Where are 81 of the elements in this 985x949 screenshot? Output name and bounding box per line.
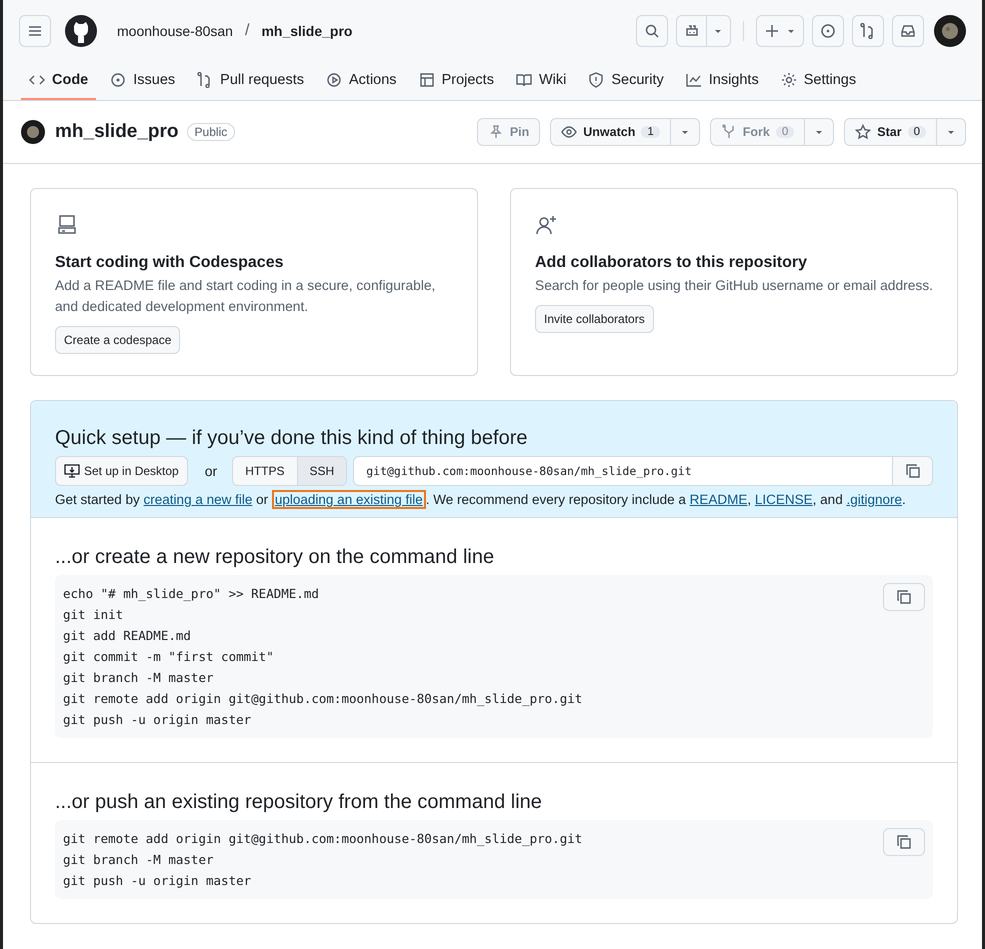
inbox-button[interactable] — [892, 15, 924, 47]
clone-url-field[interactable]: git@github.com:moonhouse-80san/mh_slide_pro.git — [353, 456, 893, 486]
card-title: Add collaborators to this repository — [535, 254, 808, 272]
repo-link[interactable]: mh_slide_pro — [261, 23, 352, 39]
star-icon — [855, 124, 872, 140]
protocol-tab[interactable]: SSH — [296, 457, 346, 485]
octocat-logo-icon[interactable] — [65, 15, 97, 47]
card-button[interactable]: Invite collaborators — [535, 305, 654, 333]
avatar-icon[interactable] — [934, 15, 966, 47]
card-description: Search for people using their GitHub username or email address. — [535, 277, 933, 295]
code-line: git remote add origin git@github.com:moonhouse-80san/mh_slide_pro.git — [63, 690, 584, 708]
repo-action-button[interactable]: Unwatch 1 — [550, 118, 671, 146]
code-line: git push -u origin master — [63, 872, 252, 890]
repo-tab[interactable]: Wiki — [508, 62, 574, 100]
shield-icon — [588, 72, 604, 88]
repo-tab[interactable]: Actions — [318, 62, 405, 100]
repo-tab[interactable]: Issues — [102, 62, 184, 100]
or-label: or — [204, 463, 218, 479]
repo-action-button[interactable]: Star 0 — [844, 118, 937, 146]
section-title: ...or push an existing repository from the command line — [55, 791, 543, 814]
counter: 0 — [776, 126, 794, 138]
plus-icon — [764, 23, 780, 39]
repo-tab[interactable]: Insights — [678, 62, 767, 100]
code-line: git branch -M master — [63, 669, 215, 687]
copy-icon — [904, 463, 920, 479]
settings-icon — [780, 72, 797, 88]
play-icon — [326, 72, 342, 88]
create-new-button[interactable] — [756, 15, 804, 47]
issues-button[interactable] — [812, 15, 844, 47]
owner-link[interactable]: moonhouse-80san — [117, 23, 233, 39]
repo-tab[interactable]: Pull requests — [189, 62, 312, 100]
setup-instructions: Get started by creating a new file or uploading an existing file . We recommend every repository include a README, LICENSE, and .gitignore. — [55, 492, 907, 507]
path-separator: / — [244, 22, 250, 40]
link[interactable]: uploading an existing file — [272, 490, 426, 509]
code-line: git commit -m "first commit" — [63, 648, 275, 666]
circle-dot-icon — [820, 23, 836, 39]
repo-tab[interactable]: Code — [21, 62, 96, 100]
repo-tab[interactable]: Settings — [772, 62, 864, 100]
desktop-download-icon — [64, 463, 80, 479]
copy-button[interactable] — [893, 456, 933, 486]
protocol-tab[interactable]: HTTPS — [233, 457, 297, 485]
table-icon — [418, 72, 435, 88]
search-icon — [644, 23, 660, 39]
card-button[interactable]: Create a codespace — [55, 326, 180, 354]
copy-button[interactable] — [883, 583, 925, 611]
menu-button[interactable] — [19, 15, 51, 47]
link[interactable]: LICENSE — [754, 492, 813, 507]
repo-avatar-icon — [21, 120, 45, 144]
card-title: Start coding with Codespaces — [55, 254, 284, 272]
robot-icon — [684, 23, 700, 39]
person-add-icon — [535, 213, 559, 237]
code-line: git push -u origin master — [63, 711, 252, 729]
search-button[interactable] — [636, 15, 668, 47]
eye-icon — [561, 124, 578, 140]
copy-button[interactable] — [883, 828, 925, 856]
code-line: git init — [63, 606, 124, 624]
copilot-button[interactable] — [676, 15, 731, 47]
section-title: Quick setup — if you’ve done this kind of thing before — [55, 427, 528, 450]
card-description: Add a README file and start coding in a secure, configurable, and dedicated development environment. — [55, 277, 436, 316]
copy-icon — [896, 834, 912, 850]
counter: 0 — [908, 126, 926, 138]
code-line: git branch -M master — [63, 851, 215, 869]
section-title: ...or create a new repository on the command line — [55, 546, 496, 569]
code-line: git add README.md — [63, 627, 192, 645]
inbox-icon — [900, 23, 916, 39]
repo-name[interactable]: mh_slide_pro — [55, 121, 179, 143]
graph-icon — [686, 72, 702, 88]
book-icon — [516, 72, 532, 88]
code-line: echo "# mh_slide_pro" >> README.md — [63, 585, 320, 603]
visibility-label: Public — [186, 123, 236, 141]
copy-icon — [896, 589, 912, 605]
link[interactable]: creating a new file — [144, 492, 252, 507]
pull-request-icon — [860, 23, 876, 39]
link[interactable]: README — [690, 492, 748, 507]
repo-tab[interactable]: Security — [580, 62, 672, 100]
repo-tab[interactable]: Projects — [410, 62, 502, 100]
desktop-button[interactable]: Set up in Desktop — [55, 456, 188, 486]
link[interactable]: .gitignore — [846, 492, 902, 507]
counter: 1 — [641, 126, 660, 138]
code-line: git remote add origin git@github.com:moonhouse-80san/mh_slide_pro.git — [63, 830, 584, 848]
pull-requests-button[interactable] — [852, 15, 884, 47]
